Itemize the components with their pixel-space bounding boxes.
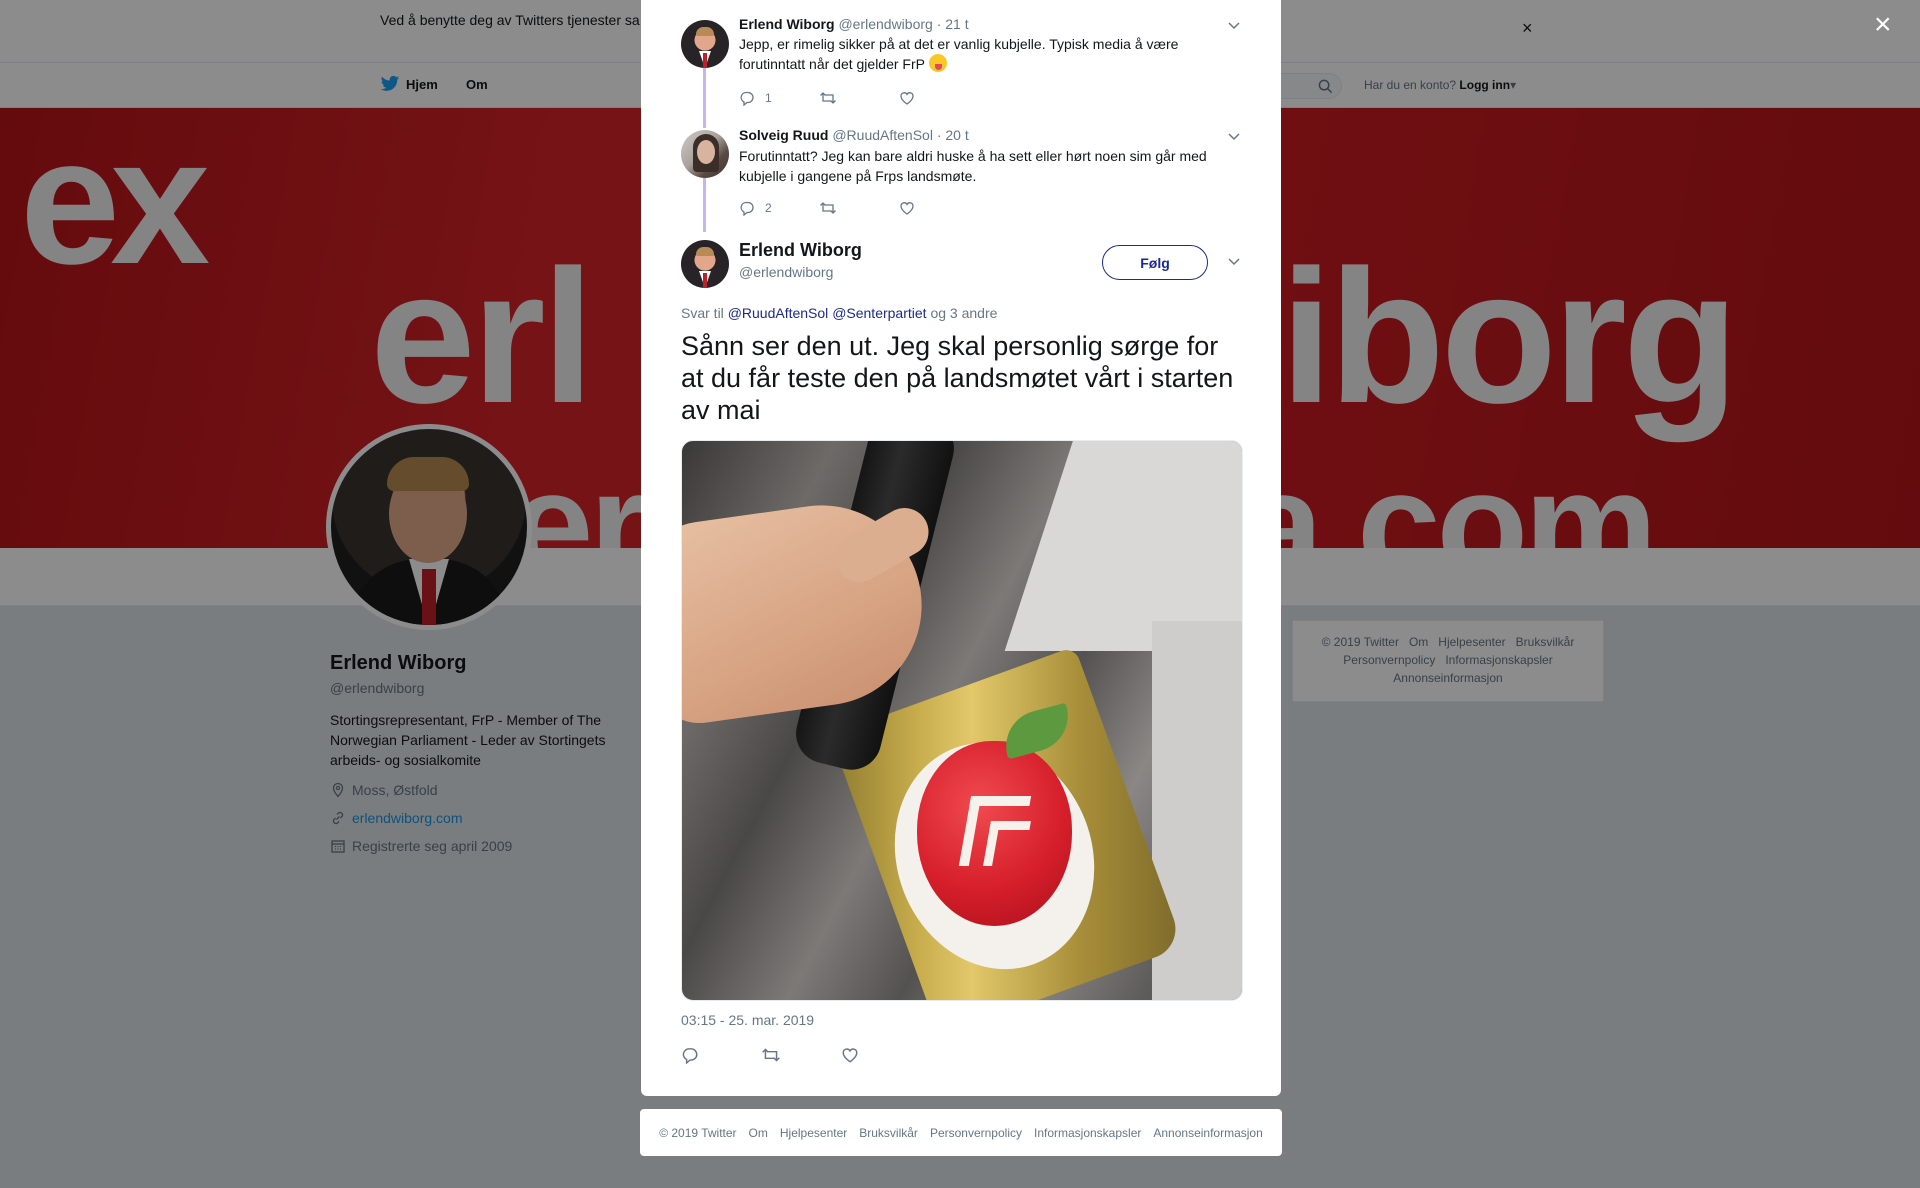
retweet-button[interactable]: [819, 200, 899, 216]
thread-connector: [703, 64, 706, 128]
tweet-time[interactable]: · 21 t: [937, 16, 969, 32]
like-button[interactable]: [899, 200, 979, 216]
main-tweet-text: Sånn ser den ut. Jeg skal personlig sørg…: [681, 331, 1234, 425]
heart-icon: [900, 92, 914, 105]
avatar[interactable]: [681, 130, 729, 178]
heart-icon: [900, 202, 914, 215]
reply-prefix: Svar til: [681, 305, 724, 321]
reply-button[interactable]: 2: [739, 200, 819, 216]
mention-link[interactable]: @RuudAftenSol: [728, 305, 829, 321]
avatar[interactable]: [681, 20, 729, 68]
tweet-timestamp[interactable]: 03:15 - 25. mar. 2019: [681, 1012, 814, 1028]
footer-link[interactable]: Informasjonskapsler: [1034, 1126, 1141, 1140]
like-button[interactable]: [841, 1046, 921, 1064]
footer-link[interactable]: Annonseinformasjon: [1153, 1126, 1262, 1140]
follow-button[interactable]: Følg: [1102, 245, 1208, 280]
tweet-author-handle[interactable]: @RuudAftenSol: [832, 127, 933, 143]
footer-link[interactable]: Personvernpolicy: [930, 1126, 1022, 1140]
thread-connector: [703, 176, 706, 232]
chevron-down-icon[interactable]: [1227, 256, 1241, 266]
footer-link[interactable]: Hjelpesenter: [780, 1126, 847, 1140]
tweet-author-name[interactable]: Erlend Wiborg: [739, 16, 835, 32]
retweet-icon: [820, 202, 836, 214]
reply-context: Svar til @RuudAftenSol @Senterpartiet og…: [681, 305, 997, 321]
tongue-emoji-icon: [928, 54, 947, 72]
reply-count: 1: [765, 91, 772, 105]
modal-footer: © 2019 Twitter Om Hjelpesenter Bruksvilk…: [640, 1109, 1282, 1156]
retweet-button[interactable]: [819, 90, 899, 106]
overlay-close-icon[interactable]: ×: [1874, 10, 1892, 40]
avatar[interactable]: [681, 240, 729, 288]
reply-button[interactable]: [681, 1046, 761, 1064]
chevron-down-icon[interactable]: [1227, 131, 1241, 141]
reply-icon: [740, 201, 754, 216]
tweet-modal: Erlend Wiborg @erlendwiborg · 21 t Jepp,…: [641, 0, 1281, 1096]
heart-icon: [842, 1048, 858, 1063]
tweet-actions: 2: [739, 200, 979, 216]
main-tweet-author-handle[interactable]: @erlendwiborg: [739, 264, 833, 280]
tweet-actions: 1: [739, 90, 979, 106]
mention-link[interactable]: @Senterpartiet: [832, 305, 926, 321]
tweet-author-handle[interactable]: @erlendwiborg: [838, 16, 932, 32]
footer-link[interactable]: Bruksvilkår: [859, 1126, 918, 1140]
footer-link[interactable]: Om: [749, 1126, 768, 1140]
tweet-header: Solveig Ruud @RuudAftenSol · 20 t: [739, 127, 969, 143]
footer-link[interactable]: © 2019 Twitter: [659, 1126, 736, 1140]
chevron-down-icon[interactable]: [1227, 20, 1241, 30]
reply-icon: [682, 1048, 698, 1064]
main-tweet-actions: [681, 1046, 921, 1064]
tweet-time[interactable]: · 20 t: [937, 127, 969, 143]
retweet-icon: [762, 1048, 780, 1062]
tweet-header: Erlend Wiborg @erlendwiborg · 21 t: [739, 16, 969, 32]
reply-button[interactable]: 1: [739, 90, 819, 106]
tweet-text: Forutinntatt? Jeg kan bare aldri huske å…: [739, 148, 1207, 184]
reply-suffix[interactable]: og 3 andre: [930, 305, 997, 321]
tweet-author-name[interactable]: Solveig Ruud: [739, 127, 828, 143]
reply-icon: [740, 91, 754, 106]
like-button[interactable]: [899, 90, 979, 106]
tweet-photo[interactable]: [681, 440, 1243, 1001]
main-tweet-author-name[interactable]: Erlend Wiborg: [739, 240, 862, 261]
reply-count: 2: [765, 201, 772, 215]
tweet-text: Jepp, er rimelig sikker på at det er van…: [739, 34, 1239, 74]
retweet-icon: [820, 92, 836, 104]
tweet-text-content: Jepp, er rimelig sikker på at det er van…: [739, 36, 1179, 72]
retweet-button[interactable]: [761, 1046, 841, 1064]
